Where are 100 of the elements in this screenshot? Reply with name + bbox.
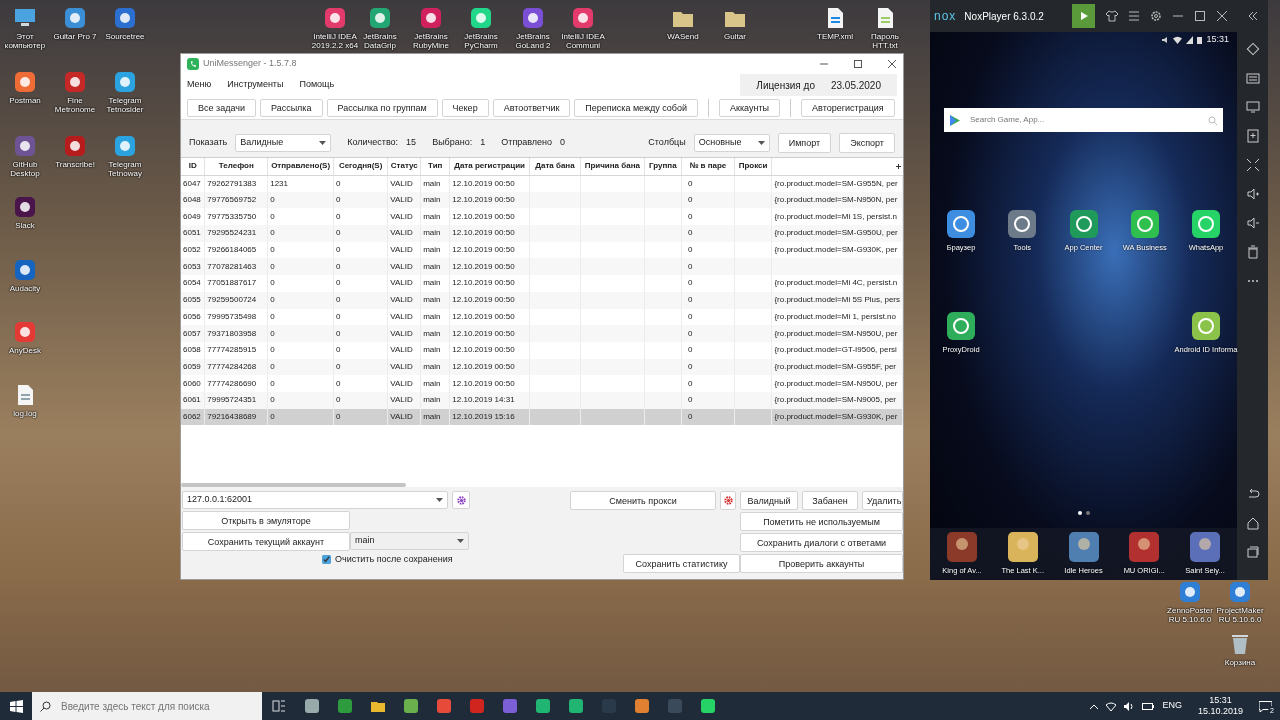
save-account-button[interactable]: Сохранить текущий аккаунт (182, 532, 350, 551)
volume-up-icon[interactable] (1245, 187, 1260, 201)
column-header[interactable]: Телефон (204, 158, 268, 175)
toolbar-button[interactable]: Переписка между собой (574, 98, 699, 117)
notification-icon[interactable] (1259, 700, 1272, 712)
clear-after-save-checkbox[interactable] (322, 555, 331, 565)
table-row[interactable]: 6055 79259500724 0 0 VALID main 12.10.2019 00:50 0 {ro.product.model=Mi 5S Plus, pers (181, 291, 903, 309)
app-icon[interactable] (63, 134, 87, 158)
table-row[interactable]: 6060 77774286690 0 0 VALID main 12.10.2019 00:50 0 {ro.product.model=SM-N950U, per (181, 375, 903, 392)
pinned-app-icon[interactable] (502, 699, 517, 713)
search-field[interactable]: Search Game, App... (968, 113, 1200, 127)
language-indicator[interactable]: ENG (1162, 699, 1182, 713)
folder-icon[interactable] (370, 699, 385, 713)
app-icon[interactable] (1192, 210, 1220, 238)
column-header[interactable]: Тип (420, 158, 450, 175)
search-bar[interactable]: Search Game, App... (944, 108, 1223, 132)
app-icon[interactable] (113, 6, 137, 30)
menu-item[interactable]: Помощь (299, 78, 335, 92)
screen-icon[interactable] (1245, 100, 1260, 114)
column-header[interactable]: Прокси (734, 158, 772, 175)
app-icon[interactable] (13, 195, 37, 219)
app-icon[interactable] (63, 6, 87, 30)
close-icon[interactable] (1216, 10, 1228, 22)
home-icon[interactable] (1245, 516, 1260, 530)
toolbar-button[interactable]: Все задачи (187, 98, 256, 117)
pinned-app-icon[interactable] (634, 699, 649, 713)
recent-apps-icon[interactable] (1245, 545, 1260, 559)
volume-down-icon[interactable] (1245, 216, 1260, 230)
page-dot[interactable] (1077, 511, 1082, 515)
mark-button[interactable]: Валидный (740, 491, 798, 510)
table-row[interactable]: 6051 79295524231 0 0 VALID main 12.10.2019 00:50 0 {ro.product.model=SM-G950U, per (181, 225, 903, 242)
table-row[interactable]: 6059 77774284268 0 0 VALID main 12.10.2019 00:50 0 {ro.product.model=SM-G955F, per (181, 358, 903, 376)
close-icon[interactable] (887, 59, 897, 69)
pinned-app-icon[interactable] (568, 699, 583, 713)
toolbar-button[interactable]: Аккаунты (719, 98, 781, 117)
shirt-icon[interactable] (1106, 10, 1118, 22)
task-view-icon[interactable] (271, 699, 286, 713)
toolbar-button[interactable]: Чекер (441, 98, 489, 117)
save-dialogs-button[interactable]: Сохранить диалоги с ответами (740, 533, 903, 552)
columns-dropdown[interactable]: Основные (693, 134, 770, 152)
app-icon[interactable] (368, 6, 392, 30)
fullscreen-icon[interactable] (1245, 158, 1260, 172)
add-apk-icon[interactable] (1245, 129, 1260, 143)
play-button[interactable] (1072, 4, 1095, 28)
maximize-icon[interactable] (1194, 10, 1206, 22)
toolbar-button[interactable]: Автоответчик (492, 98, 571, 117)
proxy-dropdown[interactable]: 127.0.0.1:62001 (182, 491, 448, 509)
app-icon[interactable] (63, 70, 87, 94)
horizontal-scrollbar[interactable] (181, 483, 406, 487)
column-header[interactable]: № в паре (681, 158, 735, 175)
clock-time[interactable]: 15:31 (1209, 695, 1232, 706)
toolbar-button[interactable]: Авторегистрация (801, 98, 895, 117)
toolbar-button[interactable]: Рассылка (259, 98, 323, 117)
app-icon[interactable] (1008, 210, 1037, 238)
pinned-app-icon[interactable] (535, 699, 550, 713)
mark-button[interactable]: Забанен (802, 491, 858, 510)
pinned-app-icon[interactable] (403, 699, 418, 713)
open-emulator-button[interactable]: Открыть в эмуляторе (182, 511, 350, 530)
export-button[interactable]: Экспорт (839, 133, 895, 153)
change-proxy-button[interactable]: Сменить прокси (570, 491, 716, 510)
pinned-app-icon[interactable] (337, 699, 352, 713)
app-icon[interactable] (521, 6, 545, 30)
app-icon[interactable] (419, 6, 443, 30)
app-icon[interactable] (947, 210, 975, 238)
column-header[interactable]: ID (181, 158, 205, 175)
battery-icon[interactable] (1142, 702, 1155, 710)
pinned-app-icon[interactable] (304, 699, 319, 713)
app-icon[interactable] (469, 6, 493, 30)
table-row[interactable]: 6057 79371803958 0 0 VALID main 12.10.2019 00:50 0 {ro.product.model=SM-N950U, per (181, 325, 903, 342)
column-header[interactable]: Сегодня(S) (333, 158, 388, 175)
table-row[interactable]: 6047 79262791383 1231 0 VALID main 12.10.2019 00:50 0 {ro.product.model=SM-G955N, per (181, 175, 903, 192)
table-row[interactable]: 6061 79995724351 0 0 VALID main 12.10.2019 14:31 0 {ro.product.model=SM-N9005, per (181, 391, 903, 409)
column-header[interactable]: Группа (644, 158, 682, 175)
settings-icon[interactable] (1150, 10, 1162, 22)
app-icon[interactable] (113, 70, 137, 94)
game-icon[interactable] (1007, 531, 1038, 562)
maximize-icon[interactable] (853, 59, 863, 69)
table-row[interactable]: 6058 77774285915 0 0 VALID main 12.10.2019 00:50 0 {ro.product.model=GT-I9506, persi (181, 341, 903, 359)
app-icon[interactable] (1069, 210, 1098, 238)
account-type-dropdown[interactable]: main (350, 532, 469, 550)
rotate-icon[interactable] (1245, 42, 1260, 56)
menu-item[interactable]: Меню (187, 78, 212, 92)
app-icon[interactable] (13, 70, 37, 94)
search-bar[interactable]: Введите здесь текст для поиска (32, 692, 262, 720)
table-row[interactable]: 6062 79216438689 0 0 VALID main 12.10.2019 15:16 0 {ro.product.model=SM-G930K, per (181, 408, 903, 426)
table-row[interactable]: 6053 77078281463 0 0 VALID main 12.10.2019 00:50 0 (181, 258, 903, 276)
collapse-icon[interactable] (1247, 10, 1259, 22)
page-dot[interactable] (1085, 511, 1090, 515)
import-button[interactable]: Импорт (777, 133, 832, 153)
plus-icon[interactable] (895, 163, 901, 169)
settings-button[interactable] (452, 491, 470, 509)
trash-icon[interactable] (1245, 245, 1260, 259)
pinned-app-icon[interactable] (436, 699, 451, 713)
keyboard-icon[interactable] (1245, 71, 1260, 85)
game-icon[interactable] (1068, 531, 1099, 562)
column-header[interactable]: Статус (387, 158, 421, 175)
clock-date[interactable]: 15.10.2019 (1197, 706, 1243, 717)
volume-icon[interactable] (1124, 701, 1135, 711)
app-icon[interactable] (947, 312, 975, 341)
settings-button[interactable] (720, 491, 736, 510)
